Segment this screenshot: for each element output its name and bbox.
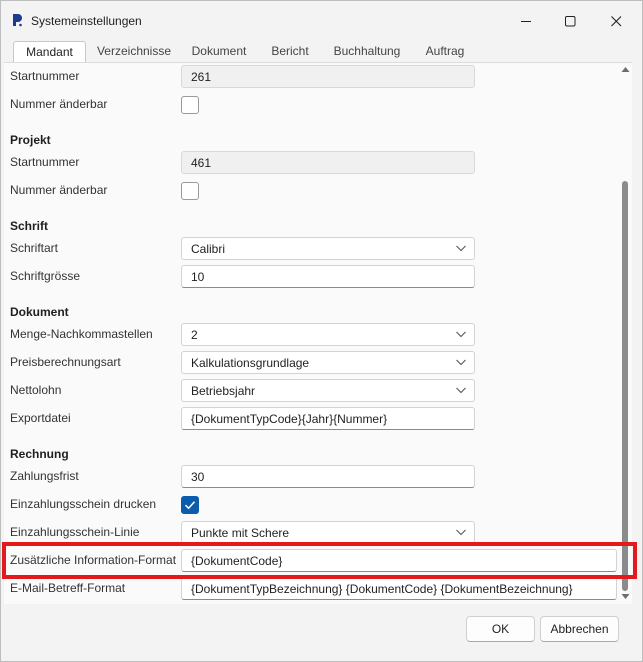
nachkommastellen-value: 2	[191, 328, 198, 342]
row-projekt-aenderbar: Nummer änderbar	[4, 177, 632, 205]
startnummer-field[interactable]: 261	[181, 65, 475, 88]
checkmark-icon	[184, 501, 196, 510]
nettolohn-label: Nettolohn	[10, 383, 62, 397]
email-betreff-field[interactable]: {DokumentTypBezeichnung} {DokumentCode} …	[181, 577, 617, 600]
close-button[interactable]	[593, 1, 639, 41]
nummer-aenderbar-label: Nummer änderbar	[10, 97, 108, 111]
tab-auftrag[interactable]: Auftrag	[421, 41, 469, 63]
settings-panel[interactable]: Startnummer 261 Nummer änderbar Projekt …	[4, 62, 632, 604]
preisberechnungsart-value: Kalkulationsgrundlage	[191, 356, 310, 370]
nachkommastellen-label: Menge-Nachkommastellen	[10, 327, 153, 341]
row-email-betreff: E-Mail-Betreff-Format {DokumentTypBezeic…	[4, 575, 632, 603]
row-nummer-aenderbar: Nummer änderbar	[4, 91, 632, 119]
row-zusatz-information: Zusätzliche Information-Format {Dokument…	[4, 547, 632, 575]
row-schriftgroesse: Schriftgrösse 10	[4, 263, 632, 291]
schriftart-label: Schriftart	[10, 241, 59, 255]
chevron-down-icon	[456, 387, 466, 394]
minimize-button[interactable]	[503, 1, 549, 41]
window-title: Systemeinstellungen	[31, 14, 142, 28]
einzahlungsschein-linie-value: Punkte mit Schere	[191, 526, 290, 540]
scrollbar-thumb[interactable]	[622, 181, 628, 591]
row-projekt-startnummer: Startnummer 461	[4, 149, 632, 177]
schriftart-value: Calibri	[191, 242, 226, 256]
einzahlungsschein-drucken-checkbox[interactable]	[181, 496, 199, 514]
chevron-down-icon	[456, 331, 466, 338]
schriftgroesse-label: Schriftgrösse	[10, 269, 81, 283]
einzahlungsschein-linie-label: Einzahlungsschein-Linie	[10, 525, 140, 539]
nettolohn-dropdown[interactable]: Betriebsjahr	[181, 379, 475, 402]
exportdatei-label: Exportdatei	[10, 411, 71, 425]
close-icon	[610, 15, 621, 26]
row-nachkommastellen: Menge-Nachkommastellen 2	[4, 321, 632, 349]
einzahlungsschein-drucken-label: Einzahlungsschein drucken	[10, 497, 157, 511]
projekt-startnummer-label: Startnummer	[10, 155, 80, 169]
zahlungsfrist-label: Zahlungsfrist	[10, 469, 79, 483]
tab-bericht[interactable]: Bericht	[267, 41, 313, 63]
row-nettolohn: Nettolohn Betriebsjahr	[4, 377, 632, 405]
section-schrift: Schrift	[10, 219, 49, 233]
row-zahlungsfrist: Zahlungsfrist 30	[4, 463, 632, 491]
nummer-aenderbar-checkbox[interactable]	[181, 96, 199, 114]
tab-verzeichnisse[interactable]: Verzeichnisse	[93, 41, 175, 63]
tab-mandant[interactable]: Mandant	[13, 41, 86, 64]
section-dokument: Dokument	[10, 305, 69, 319]
section-projekt: Projekt	[10, 133, 51, 147]
projekt-startnummer-field[interactable]: 461	[181, 151, 475, 174]
tab-dokument[interactable]: Dokument	[188, 41, 250, 63]
settings-dialog: Systemeinstellungen Mandant Verzeichniss…	[0, 0, 643, 662]
exportdatei-field[interactable]: {DokumentTypCode}{Jahr}{Nummer}	[181, 407, 475, 430]
tab-buchhaltung[interactable]: Buchhaltung	[329, 41, 405, 63]
row-exportdatei: Exportdatei {DokumentTypCode}{Jahr}{Numm…	[4, 405, 632, 433]
scroll-down-icon[interactable]	[621, 593, 630, 600]
vertical-scrollbar[interactable]	[620, 63, 631, 603]
row-schriftart: Schriftart Calibri	[4, 235, 632, 263]
minimize-icon	[520, 20, 531, 22]
row-einzahlungsschein-linie: Einzahlungsschein-Linie Punkte mit Scher…	[4, 519, 632, 547]
schriftart-dropdown[interactable]: Calibri	[181, 237, 475, 260]
email-betreff-label: E-Mail-Betreff-Format	[10, 581, 126, 595]
preisberechnungsart-label: Preisberechnungsart	[10, 355, 121, 369]
ok-button[interactable]: OK	[466, 616, 535, 642]
zusatz-information-label: Zusätzliche Information-Format	[10, 553, 177, 567]
zusatz-information-field[interactable]: {DokumentCode}	[181, 549, 617, 572]
zahlungsfrist-field[interactable]: 30	[181, 465, 475, 488]
nettolohn-value: Betriebsjahr	[191, 384, 256, 398]
maximize-button[interactable]	[547, 1, 593, 41]
projekt-aenderbar-checkbox[interactable]	[181, 182, 199, 200]
row-einzahlungsschein-drucken: Einzahlungsschein drucken	[4, 491, 632, 519]
row-preisberechnungsart: Preisberechnungsart Kalkulationsgrundlag…	[4, 349, 632, 377]
chevron-down-icon	[456, 245, 466, 252]
cancel-button[interactable]: Abbrechen	[540, 616, 619, 642]
chevron-down-icon	[456, 359, 466, 366]
title-bar: Systemeinstellungen	[1, 1, 642, 41]
nachkommastellen-dropdown[interactable]: 2	[181, 323, 475, 346]
app-logo-icon	[13, 14, 22, 27]
startnummer-label: Startnummer	[10, 69, 80, 83]
scroll-up-icon[interactable]	[621, 66, 630, 73]
section-rechnung: Rechnung	[10, 447, 69, 461]
projekt-aenderbar-label: Nummer änderbar	[10, 183, 108, 197]
schriftgroesse-field[interactable]: 10	[181, 265, 475, 288]
row-startnummer: Startnummer 261	[4, 63, 632, 91]
chevron-down-icon	[456, 529, 466, 536]
einzahlungsschein-linie-dropdown[interactable]: Punkte mit Schere	[181, 521, 475, 544]
maximize-icon	[564, 15, 575, 26]
preisberechnungsart-dropdown[interactable]: Kalkulationsgrundlage	[181, 351, 475, 374]
